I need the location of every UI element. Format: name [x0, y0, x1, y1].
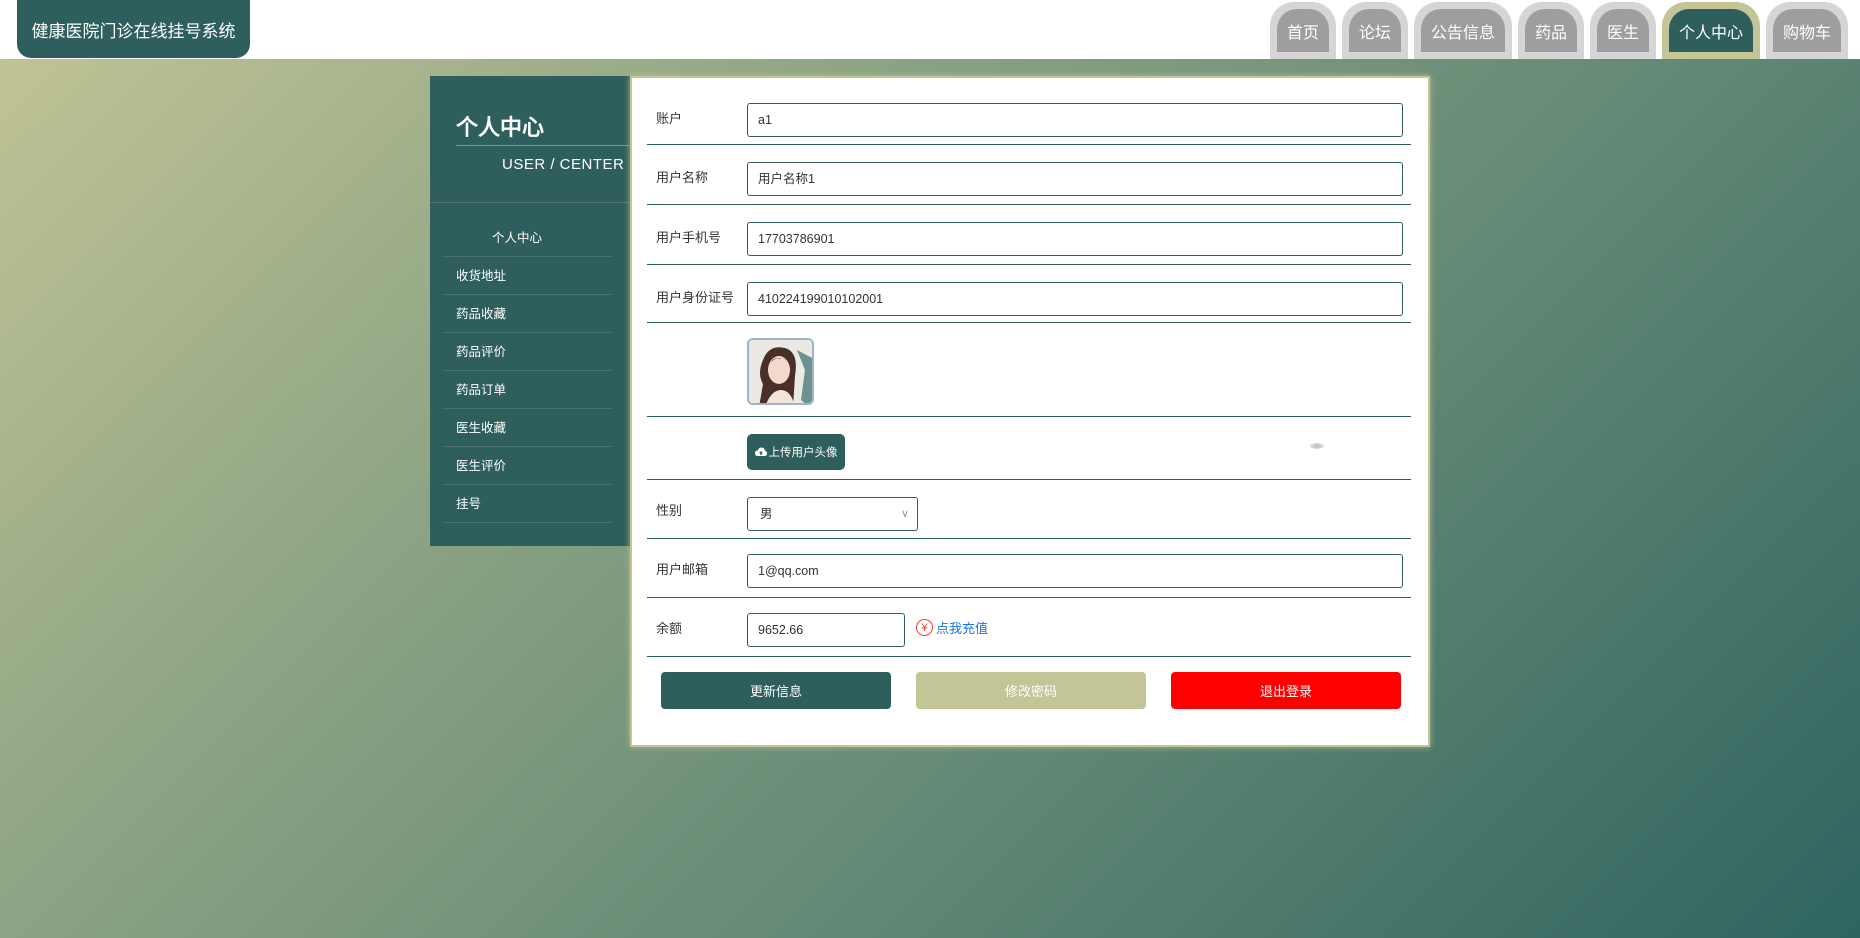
- nav-tab-label: 首页: [1276, 9, 1329, 52]
- site-title: 健康医院门诊在线挂号系统: [17, 0, 250, 58]
- nav-tab-label: 药品: [1524, 9, 1577, 52]
- id-card-input[interactable]: 410224199010102001: [747, 282, 1403, 316]
- top-bar: 健康医院门诊在线挂号系统 首页 论坛 公告信息 药品 医生 个人中心 购物车: [0, 0, 1860, 59]
- form-row-id-card: 用户身份证号 410224199010102001: [647, 265, 1411, 323]
- email-label: 用户邮箱: [656, 562, 709, 577]
- sidebar: 个人中心 USER / CENTER 个人中心 收货地址 药品收藏 药品评价 药…: [430, 76, 630, 546]
- sidebar-item-medicine-favorites[interactable]: 药品收藏: [442, 295, 612, 333]
- nav-tab-user-center[interactable]: 个人中心: [1661, 2, 1760, 59]
- sidebar-subtitle: USER / CENTER: [502, 156, 625, 173]
- username-input[interactable]: 用户名称1: [747, 162, 1403, 196]
- form-row-phone: 用户手机号 17703786901: [647, 205, 1411, 265]
- nav-tab-home[interactable]: 首页: [1269, 2, 1336, 59]
- loading-indicator-icon: [1310, 443, 1324, 449]
- balance-input[interactable]: 9652.66: [747, 613, 905, 647]
- nav-tab-label: 论坛: [1348, 9, 1401, 52]
- sidebar-item-medicine-orders[interactable]: 药品订单: [442, 371, 612, 409]
- nav-tab-cart[interactable]: 购物车: [1765, 2, 1848, 59]
- account-label: 账户: [656, 111, 683, 126]
- gender-select[interactable]: 男 ∨: [747, 497, 918, 531]
- sidebar-menu: 个人中心 收货地址 药品收藏 药品评价 药品订单 医生收藏 医生评价 挂号: [442, 219, 612, 523]
- balance-label: 余额: [656, 621, 683, 636]
- sidebar-divider: [456, 145, 630, 146]
- avatar: [747, 338, 814, 405]
- change-password-button[interactable]: 修改密码: [916, 672, 1146, 709]
- sidebar-item-medicine-reviews[interactable]: 药品评价: [442, 333, 612, 371]
- cloud-upload-icon: [754, 447, 767, 456]
- form-row-email: 用户邮箱 1@qq.com: [647, 539, 1411, 598]
- nav-tab-announcements[interactable]: 公告信息: [1413, 2, 1512, 59]
- sidebar-item-registration[interactable]: 挂号: [442, 485, 612, 523]
- nav-tab-label: 公告信息: [1420, 9, 1505, 52]
- form-row-username: 用户名称 用户名称1: [647, 145, 1411, 205]
- sidebar-divider: [430, 202, 630, 203]
- form-row-avatar: [647, 323, 1411, 417]
- sidebar-item-doctor-favorites[interactable]: 医生收藏: [442, 409, 612, 447]
- yen-icon: ¥: [916, 619, 933, 636]
- gender-value: 男: [760, 507, 773, 521]
- form-row-upload: 上传用户头像: [647, 417, 1411, 480]
- avatar-portrait-icon: [749, 340, 812, 403]
- recharge-label: 点我充值: [936, 621, 989, 636]
- sidebar-item-doctor-reviews[interactable]: 医生评价: [442, 447, 612, 485]
- update-info-button[interactable]: 更新信息: [661, 672, 891, 709]
- recharge-link[interactable]: ¥ 点我充值: [916, 618, 988, 637]
- upload-avatar-button[interactable]: 上传用户头像: [747, 434, 845, 470]
- nav-tab-label: 个人中心: [1668, 9, 1753, 52]
- chevron-down-icon: ∨: [900, 508, 909, 520]
- nav-tab-medicine[interactable]: 药品: [1517, 2, 1584, 59]
- sidebar-item-address[interactable]: 收货地址: [442, 257, 612, 295]
- main-nav: 首页 论坛 公告信息 药品 医生 个人中心 购物车: [1269, 2, 1848, 59]
- username-label: 用户名称: [656, 170, 709, 185]
- phone-label: 用户手机号: [656, 230, 722, 245]
- account-input[interactable]: a1: [747, 103, 1403, 137]
- nav-tab-label: 医生: [1596, 9, 1649, 52]
- id-card-label: 用户身份证号: [656, 290, 735, 305]
- profile-form: 账户 a1 用户名称 用户名称1 用户手机号 17703786901 用户身份证…: [630, 76, 1430, 747]
- sidebar-title: 个人中心: [456, 115, 545, 140]
- gender-label: 性别: [656, 503, 683, 518]
- nav-tab-label: 购物车: [1772, 9, 1841, 52]
- email-input[interactable]: 1@qq.com: [747, 554, 1403, 588]
- phone-input[interactable]: 17703786901: [747, 222, 1403, 256]
- nav-tab-doctors[interactable]: 医生: [1589, 2, 1656, 59]
- nav-tab-forum[interactable]: 论坛: [1341, 2, 1408, 59]
- form-row-gender: 性别 男 ∨: [647, 480, 1411, 539]
- form-row-balance: 余额 9652.66 ¥ 点我充值: [647, 598, 1411, 657]
- sidebar-item-user-center[interactable]: 个人中心: [442, 219, 612, 257]
- upload-avatar-label: 上传用户头像: [768, 447, 838, 459]
- logout-button[interactable]: 退出登录: [1171, 672, 1401, 709]
- form-row-account: 账户 a1: [647, 78, 1411, 145]
